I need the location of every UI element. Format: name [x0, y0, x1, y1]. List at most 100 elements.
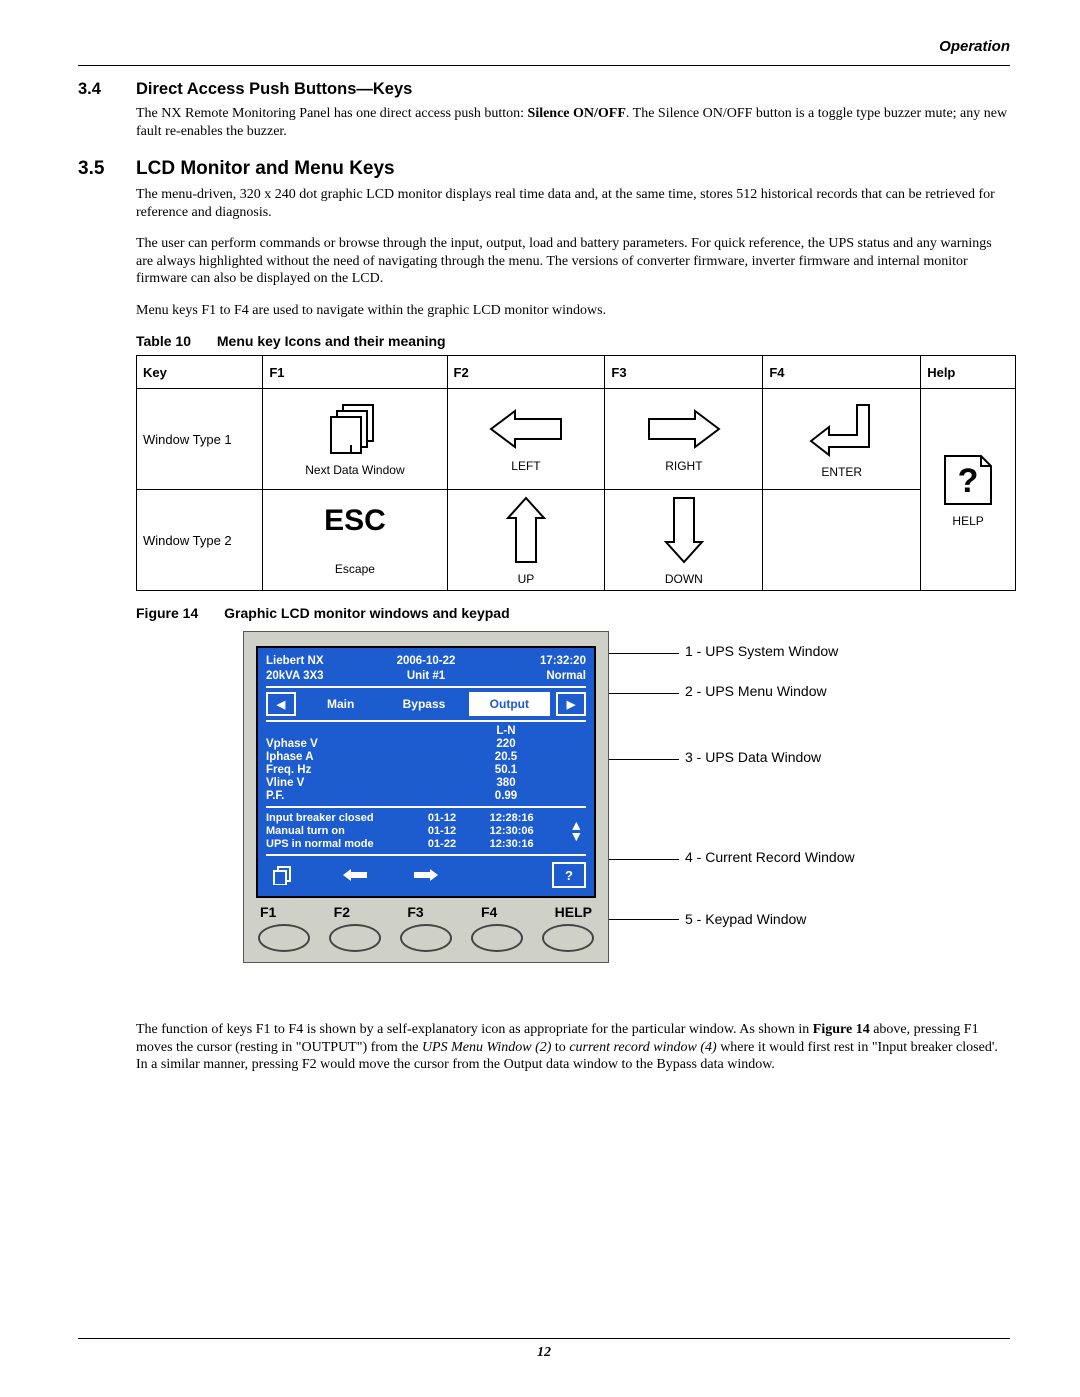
- label-enter: ENTER: [769, 465, 914, 479]
- cell-up: UP: [447, 490, 605, 591]
- text: The NX Remote Monitoring Panel has one d…: [136, 106, 528, 121]
- section-3-4-num: 3.4: [78, 80, 136, 99]
- data-key: Iphase A: [266, 751, 426, 763]
- key-f4[interactable]: [471, 924, 523, 952]
- menu-right-icon[interactable]: ▶: [556, 692, 586, 716]
- ups-data-window: L-N Vphase V220 Iphase A20.5 Freq. Hz50.…: [266, 725, 586, 802]
- table-row: Window Type 2 ESC Escape UP DOWN: [137, 490, 1016, 591]
- esc-icon: ESC: [269, 504, 440, 538]
- figure-callouts: 1 - UPS System Window 2 - UPS Menu Windo…: [639, 631, 869, 1011]
- figure-14-num: Figure 14: [136, 605, 198, 621]
- callout-1: 1 - UPS System Window: [685, 643, 838, 660]
- rec-text: Manual turn on: [266, 825, 428, 837]
- cell-down: DOWN: [605, 490, 763, 591]
- data-val: 380: [426, 777, 586, 789]
- row1-label: Window Type 1: [137, 389, 263, 490]
- section-3-4-body: The NX Remote Monitoring Panel has one d…: [136, 105, 1010, 140]
- label-left: LEFT: [454, 459, 599, 473]
- arrow-right-icon: [645, 405, 723, 453]
- rec-time: 12:30:16: [490, 838, 567, 850]
- cell-empty: [763, 490, 921, 591]
- table-10-caption: Table 10 Menu key Icons and their meanin…: [136, 333, 1010, 349]
- key-f1[interactable]: [258, 924, 310, 952]
- fn-help: HELP: [555, 904, 592, 920]
- cell-right: RIGHT: [605, 389, 763, 490]
- date-text: 2006-10-22: [373, 654, 480, 668]
- table-10-num: Table 10: [136, 333, 191, 349]
- figure-14-caption: Figure 14 Graphic LCD monitor windows an…: [136, 605, 1010, 621]
- key-f3[interactable]: [400, 924, 452, 952]
- th-help: Help: [921, 356, 1016, 389]
- label-next-window: Next Data Window: [269, 463, 440, 477]
- data-val: 50.1: [426, 764, 586, 776]
- section-3-4-title: Direct Access Push Buttons—Keys: [136, 80, 412, 99]
- lcd-panel: Liebert NX 2006-10-22 17:32:20 20kVA 3X3…: [243, 631, 609, 963]
- kp-next-window-icon[interactable]: [266, 862, 300, 888]
- callout-4: 4 - Current Record Window: [685, 849, 855, 866]
- ups-menu-window: ◀ Main Bypass Output ▶: [266, 686, 586, 722]
- status-text: Normal: [479, 669, 586, 683]
- table-header-row: Key F1 F2 F3 F4 Help: [137, 356, 1016, 389]
- fn-key-labels: F1 F2 F3 F4 HELP: [260, 904, 592, 920]
- rec-time: 12:28:16: [490, 812, 567, 824]
- silence-onoff-bold: Silence ON/OFF: [528, 106, 626, 121]
- data-key: Vline V: [266, 777, 426, 789]
- table-10-title: Menu key Icons and their meaning: [217, 333, 446, 349]
- section-3-5-p2: The user can perform commands or browse …: [136, 235, 1010, 288]
- section-3-5-num: 3.5: [78, 158, 136, 180]
- th-key: Key: [137, 356, 263, 389]
- menu-left-icon[interactable]: ◀: [266, 692, 296, 716]
- cell-help: ? HELP: [921, 389, 1016, 591]
- unit-text: Unit #1: [373, 669, 480, 683]
- table-row: Window Type 1 Next Data Window LEFT: [137, 389, 1016, 490]
- th-f1: F1: [263, 356, 447, 389]
- rec-text: UPS in normal mode: [266, 838, 428, 850]
- page-number: 12: [537, 1345, 551, 1360]
- keypad-window: ?: [266, 862, 586, 888]
- key-f2[interactable]: [329, 924, 381, 952]
- rec-text: Input breaker closed: [266, 812, 428, 824]
- running-head: Operation: [78, 38, 1010, 55]
- arrow-up-icon: [502, 494, 550, 566]
- section-3-5-title: LCD Monitor and Menu Keys: [136, 158, 395, 180]
- rec-time: 12:30:06: [490, 825, 567, 837]
- kp-help-icon[interactable]: ?: [552, 862, 586, 888]
- arrow-left-icon: [487, 405, 565, 453]
- data-val: 0.99: [426, 790, 586, 802]
- brand-text: Liebert NX: [266, 654, 373, 668]
- kp-spacer: [481, 862, 515, 888]
- tab-output[interactable]: Output: [469, 692, 550, 716]
- fn-f4: F4: [481, 904, 497, 920]
- kp-arrow-right-icon[interactable]: [409, 862, 443, 888]
- rule-bottom: [78, 1338, 1010, 1339]
- cell-next-window: Next Data Window: [263, 389, 447, 490]
- model-text: 20kVA 3X3: [266, 669, 373, 683]
- arrow-down-icon: [660, 494, 708, 566]
- record-scroll-icon[interactable]: ▲▼: [567, 820, 586, 842]
- stacked-windows-icon: [323, 401, 387, 457]
- label-up: UP: [454, 572, 599, 586]
- cell-enter: ENTER: [763, 389, 921, 490]
- th-f4: F4: [763, 356, 921, 389]
- ups-system-window: Liebert NX 2006-10-22 17:32:20 20kVA 3X3…: [266, 654, 586, 683]
- fn-f3: F3: [407, 904, 423, 920]
- tab-bypass[interactable]: Bypass: [385, 694, 462, 714]
- th-f3: F3: [605, 356, 763, 389]
- rec-date: 01-12: [428, 825, 490, 837]
- section-3-5-p3: Menu keys F1 to F4 are used to navigate …: [136, 302, 1010, 320]
- footer-paragraph: The function of keys F1 to F4 is shown b…: [136, 1021, 1010, 1074]
- page-footer: 12: [78, 1331, 1010, 1361]
- row2-label: Window Type 2: [137, 490, 263, 591]
- current-record-window: Input breaker closed01-1212:28:16 ▲▼ Man…: [266, 806, 586, 856]
- data-val: 220: [426, 738, 586, 750]
- kp-arrow-left-icon[interactable]: [338, 862, 372, 888]
- cell-esc: ESC Escape: [263, 490, 447, 591]
- figure-14-ref: Figure 14: [813, 1022, 870, 1037]
- label-help: HELP: [927, 514, 1009, 528]
- figure-14-title: Graphic LCD monitor windows and keypad: [224, 605, 509, 621]
- ital-record-window: current record window (4): [569, 1040, 716, 1055]
- physical-keys: [258, 924, 594, 952]
- fn-f1: F1: [260, 904, 276, 920]
- tab-main[interactable]: Main: [302, 694, 379, 714]
- key-help[interactable]: [542, 924, 594, 952]
